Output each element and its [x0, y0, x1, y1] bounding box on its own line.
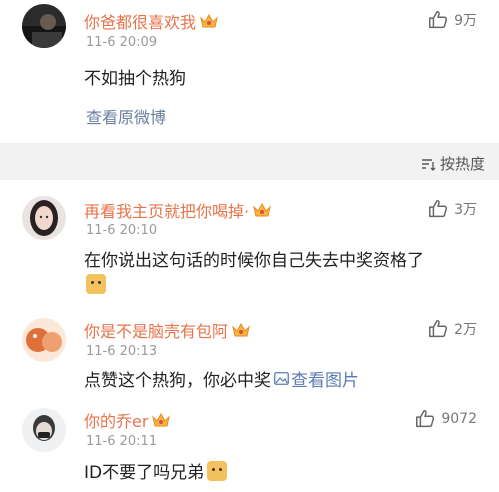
- username-line[interactable]: 再看我主页就把你喝掉·: [84, 198, 271, 222]
- doge-emoji: [86, 274, 106, 298]
- image-icon: [274, 372, 289, 385]
- username-line[interactable]: 你是不是脑壳有包阿: [84, 318, 250, 342]
- main-post: 你爸都很喜欢我 11-6 20:09 不如抽个热狗 9万 查看原微博: [0, 0, 499, 143]
- view-original-link[interactable]: 查看原微博: [86, 104, 166, 128]
- comment-text-body: 点赞这个热狗，你必中奖: [84, 371, 271, 391]
- post-time: 11-6 20:09: [86, 35, 158, 50]
- comment-list: 再看我主页就把你喝掉· 11-6 20:10 在你说出这句话的时候你自己失去中奖…: [0, 180, 499, 492]
- username[interactable]: 再看我主页就把你喝掉·: [84, 198, 249, 222]
- like-button[interactable]: 9万: [427, 9, 477, 31]
- doge-emoji: [207, 460, 228, 481]
- comment-time: 11-6 20:11: [86, 434, 158, 449]
- crown-icon: [232, 322, 250, 337]
- comment-time: 11-6 20:13: [86, 344, 158, 359]
- sort-icon: [421, 158, 436, 171]
- username-line[interactable]: 你爸都很喜欢我: [84, 9, 218, 33]
- thumbs-up-icon: [429, 11, 448, 29]
- avatar[interactable]: [22, 196, 66, 240]
- like-button[interactable]: 9072: [414, 408, 477, 430]
- comment-text-body: ID不要了吗兄弟: [84, 463, 205, 483]
- crown-icon: [253, 202, 271, 217]
- comment-text: ID不要了吗兄弟: [84, 458, 228, 483]
- username[interactable]: 你的乔er: [84, 408, 148, 432]
- username[interactable]: 你是不是脑壳有包阿: [84, 318, 228, 342]
- sort-button[interactable]: 按热度: [420, 153, 485, 174]
- view-image-link[interactable]: 查看图片: [274, 366, 359, 391]
- crown-icon: [200, 13, 218, 28]
- crown-icon: [152, 412, 171, 427]
- avatar[interactable]: [22, 4, 66, 48]
- like-count: 3万: [454, 202, 477, 218]
- like-button[interactable]: 2万: [427, 318, 477, 340]
- like-button[interactable]: 3万: [427, 198, 477, 220]
- avatar[interactable]: [22, 318, 66, 362]
- username-line[interactable]: 你的乔er: [84, 408, 171, 432]
- post-text: 不如抽个热狗: [84, 69, 186, 89]
- comment-text: 在你说出这句话的时候你自己失去中奖资格了: [84, 251, 424, 271]
- sort-label: 按热度: [439, 155, 485, 173]
- thumbs-up-icon: [416, 410, 435, 428]
- avatar[interactable]: [22, 408, 66, 452]
- comment-time: 11-6 20:10: [86, 223, 158, 238]
- username[interactable]: 你爸都很喜欢我: [84, 9, 196, 33]
- thumbs-up-icon: [429, 200, 448, 218]
- like-count: 9万: [454, 13, 477, 29]
- comment-text: 点赞这个热狗，你必中奖 查看图片: [84, 366, 359, 391]
- like-count: 9072: [441, 411, 477, 427]
- like-count: 2万: [454, 322, 477, 338]
- thumbs-up-icon: [429, 320, 448, 338]
- view-image-label: 查看图片: [291, 371, 359, 391]
